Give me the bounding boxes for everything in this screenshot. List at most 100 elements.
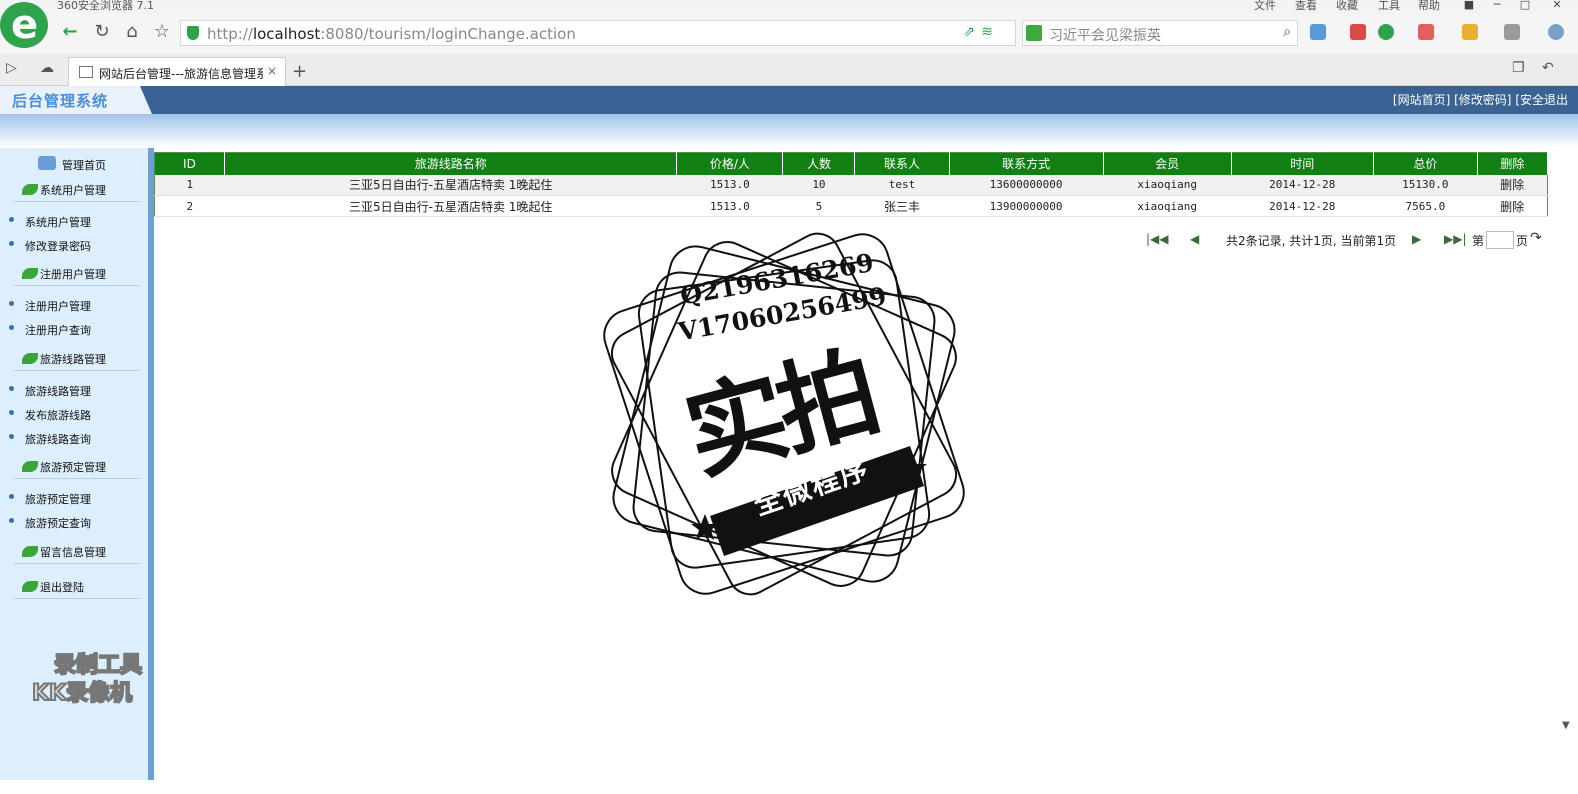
games-icon[interactable] (1462, 24, 1478, 40)
tab-bar: ▷ ☁ 网站后台管理---旅游信息管理系 × + ❐ ↶ (0, 54, 1578, 86)
zoom-icon[interactable] (1548, 24, 1564, 40)
sidebar-item-label: 旅游预定管理 (25, 493, 91, 506)
site-header: 后台管理系统 [网站首页] [修改密码] [安全退出 (0, 86, 1578, 114)
bullet-icon (9, 301, 14, 306)
scroll-down-icon[interactable]: ▼ (1562, 720, 1570, 731)
first-page-icon[interactable]: |◀◀ (1146, 232, 1169, 246)
url-text[interactable]: http://localhost:8080/tourism/loginChang… (207, 25, 576, 43)
menu-favorites[interactable]: 收藏 (1336, 0, 1358, 13)
cell-price: 1513.0 (676, 174, 783, 196)
link-site-home[interactable]: [网站首页] (1393, 93, 1450, 107)
cell-date: 2014-12-28 (1231, 195, 1374, 217)
table-row: 2 三亚5日自由行-五星酒店特卖 1晚起住 1513.0 5 张三丰 13900… (154, 195, 1548, 217)
bullet-icon (9, 494, 14, 499)
menu-view[interactable]: 查看 (1295, 0, 1317, 13)
undo-icon[interactable]: ↶ (1542, 60, 1554, 76)
apps-icon[interactable] (1310, 24, 1326, 40)
sidebar-group-logout[interactable]: 退出登陆 (14, 575, 140, 599)
cell-total: 15130.0 (1373, 174, 1478, 196)
sidebar-home[interactable]: 管理首页 (0, 154, 148, 176)
sidebar-group-routes[interactable]: 旅游线路管理 (14, 347, 140, 371)
search-engine-icon[interactable] (1026, 25, 1042, 41)
sidebar-item-system-users[interactable]: 系统用户管理 (0, 212, 148, 230)
menu-file[interactable]: 文件 (1254, 0, 1276, 13)
maximize-icon[interactable]: □ (1514, 0, 1536, 12)
sidebar-item-change-password[interactable]: 修改登录密码 (0, 236, 148, 254)
sidebar-group-registered-users[interactable]: 注册用户管理 (14, 262, 140, 286)
tab-active[interactable]: 网站后台管理---旅游信息管理系 × (68, 57, 286, 86)
refresh-icon[interactable]: ↻ (90, 20, 114, 44)
bullet-icon (9, 386, 14, 391)
star-icon[interactable]: ☆ (150, 20, 174, 44)
browser-logo-icon (0, 2, 48, 48)
sidebar-toggle-icon[interactable]: ▷ (6, 60, 17, 76)
sidebar-group-label: 系统用户管理 (40, 184, 106, 197)
sidebar-group-bookings[interactable]: 旅游预定管理 (14, 455, 140, 479)
recorder-line-2: KK录像机 (31, 680, 133, 707)
recorder-line-1: 录制工具 (53, 652, 143, 679)
sidebar-group-label: 注册用户管理 (40, 268, 106, 281)
sidebar-group-messages[interactable]: 留言信息管理 (14, 540, 140, 564)
cell-route-name: 三亚5日自由行-五星酒店特卖 1晚起住 (224, 195, 677, 217)
table-header-row: ID 旅游线路名称 价格/人 人数 联系人 联系方式 会员 时间 总价 删除 (154, 152, 1549, 175)
sidebar-item-registered-users[interactable]: 注册用户管理 (0, 296, 148, 314)
new-tab-button[interactable]: + (292, 61, 307, 82)
speed-icon[interactable]: ≋ (981, 24, 993, 40)
cell-contact: test (854, 174, 950, 196)
link-logout[interactable]: [安全退出 (1515, 93, 1568, 107)
sidebar-item-bookings-query[interactable]: 旅游预定查询 (0, 513, 148, 531)
search-box[interactable]: 习近平会见梁振英 ⌕ (1022, 20, 1298, 46)
leaf-icon (22, 461, 38, 472)
go-page-icon[interactable]: ↷ (1530, 230, 1542, 246)
link-change-password[interactable]: [修改密码] (1454, 93, 1511, 107)
booking-table: ID 旅游线路名称 价格/人 人数 联系人 联系方式 会员 时间 总价 删除 1… (154, 152, 1549, 217)
sidebar-item-label: 修改登录密码 (25, 240, 91, 253)
pager-summary: 共2条记录, 共计1页, 当前第1页 (1226, 234, 1397, 248)
bullet-icon (9, 241, 14, 246)
bullet-icon (9, 434, 14, 439)
cloud-icon[interactable]: ☁ (40, 60, 54, 76)
address-bar[interactable]: http://localhost:8080/tourism/loginChang… (180, 20, 1031, 46)
next-page-icon[interactable]: ▶ (1412, 232, 1421, 246)
menu-help[interactable]: 帮助 (1418, 0, 1440, 13)
menu-tools[interactable]: 工具 (1378, 0, 1400, 13)
screenshot-icon[interactable] (1504, 24, 1520, 40)
sidebar-item-routes-publish[interactable]: 发布旅游线路 (0, 405, 148, 423)
col-delete: 删除 (1477, 152, 1549, 175)
sidebar-group-system-users[interactable]: 系统用户管理 (14, 178, 140, 202)
share-icon[interactable]: ⇗ (963, 24, 975, 40)
sidebar-item-routes-query[interactable]: 旅游线路查询 (0, 429, 148, 447)
col-total: 总价 (1373, 152, 1478, 175)
restore-tab-icon[interactable]: ❐ (1512, 60, 1525, 76)
bullet-icon (9, 518, 14, 523)
back-icon[interactable]: ← (58, 20, 82, 44)
sidebar-group-label: 留言信息管理 (40, 546, 106, 559)
search-input[interactable]: 习近平会见梁振英 (1049, 25, 1161, 45)
last-page-icon[interactable]: ▶▶| (1444, 232, 1467, 246)
cell-total: 7565.0 (1373, 195, 1478, 217)
pagination: |◀◀ ◀ 共2条记录, 共计1页, 当前第1页 ▶ ▶▶| 第 页 ↷ (1146, 230, 1546, 250)
mail-icon[interactable] (1350, 24, 1366, 40)
sidebar-item-registered-query[interactable]: 注册用户查询 (0, 320, 148, 338)
bullet-icon (9, 217, 14, 222)
close-icon[interactable]: ✕ (1546, 0, 1568, 12)
minimize-icon[interactable]: ─ (1486, 0, 1508, 12)
home-icon[interactable]: ⌂ (120, 20, 144, 44)
browser-titlebar: 360安全浏览器 7.1 文件 查看 收藏 工具 帮助 ■ ─ □ ✕ (0, 0, 1578, 14)
prev-page-icon[interactable]: ◀ (1190, 232, 1199, 246)
security-icon[interactable] (1378, 24, 1394, 40)
browser-toolbar: ← ↻ ⌂ ☆ http://localhost:8080/tourism/lo… (0, 14, 1578, 54)
sidebar-item-label: 注册用户查询 (25, 324, 91, 337)
tab-close-icon[interactable]: × (267, 64, 277, 78)
col-id: ID (154, 152, 226, 175)
delete-link[interactable]: 删除 (1477, 195, 1548, 217)
delete-link[interactable]: 删除 (1477, 174, 1548, 196)
search-icon[interactable]: ⌕ (1283, 24, 1291, 40)
sidebar-item-routes-manage[interactable]: 旅游线路管理 (0, 381, 148, 399)
translate-icon[interactable] (1418, 24, 1434, 40)
page-number-input[interactable] (1486, 231, 1514, 249)
sidebar-item-bookings-manage[interactable]: 旅游预定管理 (0, 489, 148, 507)
bullet-icon (9, 410, 14, 415)
skin-icon[interactable]: ■ (1458, 0, 1480, 12)
cell-contact: 张三丰 (854, 195, 950, 217)
